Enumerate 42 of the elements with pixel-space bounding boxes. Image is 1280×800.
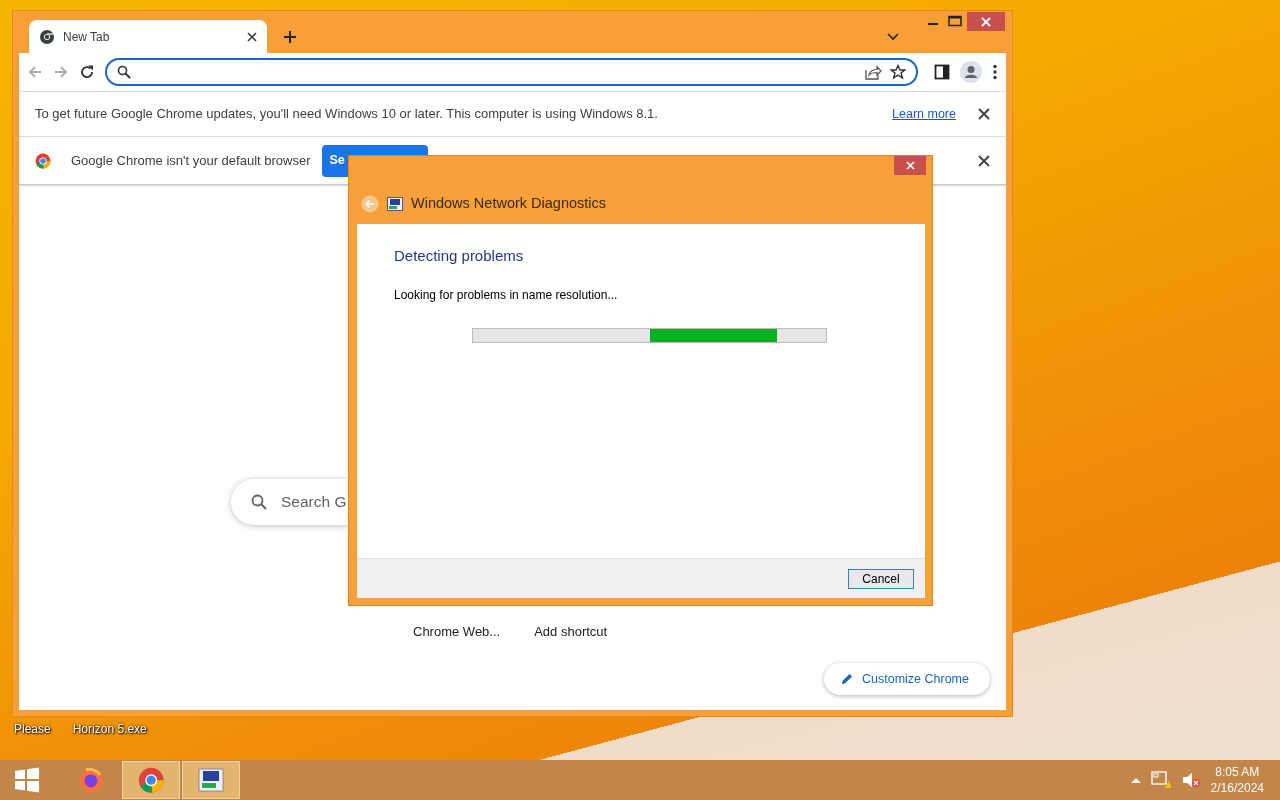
close-icon[interactable] <box>247 31 257 42</box>
close-icon <box>905 161 915 170</box>
search-icon <box>251 494 267 510</box>
customize-chrome-button[interactable]: Customize Chrome <box>824 663 990 695</box>
search-icon <box>117 65 131 79</box>
dialog-heading: Detecting problems <box>394 246 525 266</box>
share-icon[interactable] <box>864 64 882 80</box>
star-icon[interactable] <box>890 64 906 80</box>
chrome-logo-icon <box>35 152 51 169</box>
side-panel-icon[interactable] <box>934 64 950 80</box>
address-bar[interactable] <box>105 58 918 86</box>
browser-tab[interactable]: New Tab <box>29 20 267 53</box>
chrome-icon <box>136 765 166 795</box>
muted-speaker-icon[interactable] <box>1180 771 1201 789</box>
status-text: Looking for problems in name resolution... <box>394 286 619 304</box>
dialog-title: Windows Network Diagnostics <box>411 194 606 214</box>
close-button[interactable] <box>967 12 1005 31</box>
chevron-down-icon[interactable] <box>887 33 899 41</box>
shortcut-label[interactable]: Chrome Web... <box>413 622 501 642</box>
windows-start-icon[interactable] <box>12 765 42 795</box>
tab-title: New Tab <box>63 28 111 46</box>
close-icon <box>981 16 991 27</box>
cancel-button[interactable]: Cancel <box>848 568 914 589</box>
close-icon[interactable] <box>978 108 990 120</box>
infobar-message: Google Chrome isn't your default browser <box>71 151 311 170</box>
more-menu-icon[interactable] <box>992 64 998 80</box>
infobar-message: To get future Google Chrome updates, you'll need Windows 10 or later. This computer is using Windows 8.1. <box>35 105 659 124</box>
taskbar-button[interactable] <box>182 761 240 799</box>
learn-more-link[interactable]: Learn more <box>892 104 956 124</box>
profile-avatar-icon[interactable] <box>960 61 982 83</box>
search-box[interactable]: Search G <box>231 479 795 525</box>
shortcut-label[interactable]: Add shortcut <box>534 622 608 642</box>
search-placeholder: Search G <box>281 492 347 513</box>
plus-icon[interactable] <box>283 30 297 44</box>
network-computer-icon <box>196 765 226 795</box>
network-computer-icon <box>387 197 403 211</box>
close-icon[interactable] <box>978 154 990 167</box>
pencil-icon <box>840 672 854 686</box>
reload-icon[interactable] <box>79 64 95 80</box>
caret-up-icon[interactable] <box>1130 777 1141 783</box>
chrome-logo-icon <box>39 28 55 45</box>
close-button[interactable] <box>894 156 926 175</box>
